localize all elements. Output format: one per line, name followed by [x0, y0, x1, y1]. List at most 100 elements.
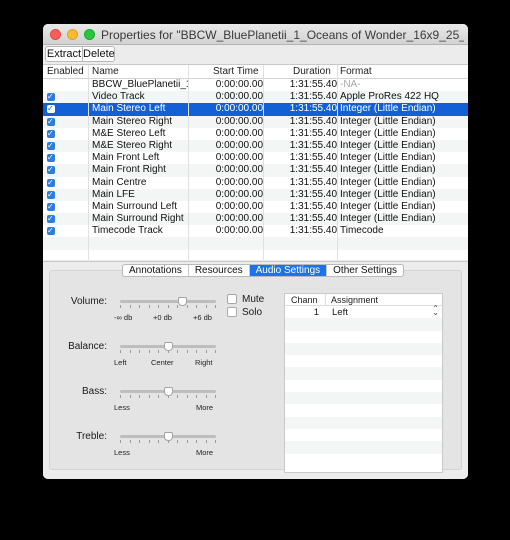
- channel-row: [285, 441, 442, 454]
- table-row[interactable]: Main LFE 0:00:00.00 1:31:55.40Integer (Lit…: [43, 188, 468, 201]
- table-row[interactable]: Main Front Right 0:00:00.00 1:31:55.40Inte…: [43, 164, 468, 177]
- enabled-checkbox[interactable]: [47, 164, 55, 176]
- slider-tick: [129, 440, 131, 443]
- duration-cell: 1:31:55.40: [289, 176, 337, 188]
- track-name-cell: M&E Stereo Left: [92, 127, 166, 139]
- column-divider: [88, 65, 89, 260]
- slider-tick: [148, 305, 150, 308]
- slider-tick: [139, 305, 140, 308]
- slider-tick: [158, 440, 159, 443]
- header-duration[interactable]: Duration: [293, 66, 331, 77]
- enabled-checkbox[interactable]: [47, 177, 55, 189]
- format-cell: Integer (Little Endian): [340, 188, 436, 200]
- mute-label[interactable]: Mute: [242, 294, 264, 305]
- track-name-cell: Video Track: [92, 91, 145, 103]
- table-row[interactable]: Main Centre 0:00:00.00 1:31:55.40Integer (…: [43, 177, 468, 189]
- channel-assignment-popup[interactable]: Left: [332, 307, 348, 318]
- slider-tick: [196, 350, 197, 353]
- mute-checkbox[interactable]: [227, 294, 237, 304]
- tab-resources[interactable]: Resources: [189, 265, 250, 276]
- duration-cell: 1:31:55.40: [289, 115, 337, 127]
- table-row[interactable]: Main Stereo Left 0:00:00.00 1:31:55.40Inte…: [43, 103, 468, 116]
- bass-slider[interactable]: [120, 387, 216, 401]
- header-start-time[interactable]: Start Time: [213, 66, 259, 77]
- enabled-checkbox[interactable]: [47, 140, 55, 152]
- delete-button[interactable]: Delete: [82, 46, 115, 62]
- minimize-window-button[interactable]: [67, 29, 78, 40]
- audio-settings-panel: Volume: -∞ db +0 db +6 db Balance: Left …: [49, 270, 462, 473]
- duration-cell: 1:31:55.40: [289, 127, 337, 139]
- volume-min-label: -∞ db: [114, 313, 133, 322]
- table-row[interactable]: Main Surround Right 0:00:00.00 1:31:55.40I…: [43, 213, 468, 226]
- channel-row: [285, 429, 442, 441]
- header-name[interactable]: Name: [92, 66, 119, 77]
- slider-tick: [158, 350, 159, 353]
- slider-tick: [177, 395, 178, 398]
- slider-tick: [205, 395, 207, 398]
- slider-knob[interactable]: [163, 342, 173, 352]
- enabled-checkbox[interactable]: [47, 201, 55, 213]
- table-row[interactable]: BBCW_BluePlanetii_1_... 0:00:00.00 1:31:55…: [43, 79, 468, 91]
- solo-label[interactable]: Solo: [242, 307, 262, 318]
- enabled-checkbox[interactable]: [47, 116, 55, 128]
- duration-cell: 1:31:55.40: [289, 91, 337, 103]
- tab-annotations[interactable]: Annotations: [123, 265, 189, 276]
- enabled-checkbox[interactable]: [47, 103, 55, 115]
- extract-button[interactable]: Extract: [45, 46, 83, 62]
- slider-knob[interactable]: [177, 297, 187, 307]
- slider-knob[interactable]: [163, 432, 173, 442]
- treble-label: Treble:: [76, 431, 107, 442]
- table-row[interactable]: M&E Stereo Left 0:00:00.00 1:31:55.40Integ…: [43, 128, 468, 140]
- properties-window: Properties for "BBCW_BluePlanetii_1_Ocea…: [43, 24, 468, 479]
- slider-ticks: [120, 305, 216, 308]
- format-cell: Integer (Little Endian): [340, 200, 436, 212]
- start-time-cell: 0:00:00.00: [215, 200, 263, 212]
- tracks-table: Enabled Name Start Time Duration Format …: [43, 64, 468, 260]
- tab-other-settings[interactable]: Other Settings: [327, 265, 403, 276]
- table-row[interactable]: M&E Stereo Right 0:00:00.00 1:31:55.40Inte…: [43, 139, 468, 153]
- duration-cell: 1:31:55.40: [289, 164, 337, 176]
- slider-knob[interactable]: [163, 387, 173, 397]
- volume-slider[interactable]: [120, 297, 216, 311]
- slider-tick: [158, 305, 159, 308]
- column-divider: [263, 65, 264, 260]
- enabled-checkbox[interactable]: [47, 128, 55, 140]
- slider-knob-shape: [163, 387, 173, 396]
- channel-table-body: 1 Left ⌃ ⌄: [285, 305, 442, 466]
- slider-tick: [139, 350, 140, 353]
- tab-audio-settings[interactable]: Audio Settings: [249, 265, 328, 276]
- enabled-checkbox[interactable]: [47, 91, 55, 103]
- zoom-window-button[interactable]: [84, 29, 95, 40]
- enabled-checkbox[interactable]: [47, 225, 55, 237]
- slider-tick: [205, 440, 207, 443]
- header-enabled[interactable]: Enabled: [47, 66, 84, 77]
- channel-row[interactable]: 1 Left ⌃ ⌄: [285, 305, 442, 319]
- table-row[interactable]: Timecode Track 0:00:00.00 1:31:55.40Timeco…: [43, 225, 468, 237]
- format-cell: Integer (Little Endian): [340, 152, 436, 164]
- channel-row: [285, 404, 442, 416]
- channel-table-header: Chann Assignment: [285, 294, 442, 306]
- table-row[interactable]: Main Surround Left 0:00:00.00 1:31:55.40In…: [43, 201, 468, 213]
- header-format[interactable]: Format: [340, 66, 372, 77]
- track-name-cell: Main Stereo Left: [92, 103, 166, 115]
- volume-label: Volume:: [70, 296, 107, 307]
- table-row: [43, 237, 468, 250]
- balance-slider[interactable]: [120, 342, 216, 356]
- treble-slider[interactable]: [120, 432, 216, 446]
- slider-tick: [205, 305, 207, 308]
- table-row[interactable]: Video Track 0:00:00.00 1:31:55.40Apple Pro…: [43, 91, 468, 104]
- table-row[interactable]: Main Stereo Right 0:00:00.00 1:31:55.40Int…: [43, 115, 468, 128]
- volume-max-label: +6 db: [193, 313, 212, 322]
- enabled-checkbox[interactable]: [47, 152, 55, 164]
- start-time-cell: 0:00:00.00: [215, 79, 263, 90]
- table-row[interactable]: Main Front Left 0:00:00.00 1:31:55.40Integ…: [43, 152, 468, 164]
- balance-min-label: Left: [114, 358, 127, 367]
- enabled-checkbox[interactable]: [47, 213, 55, 225]
- title-bar[interactable]: Properties for "BBCW_BluePlanetii_1_Ocea…: [43, 24, 468, 45]
- solo-checkbox[interactable]: [227, 307, 237, 317]
- popup-arrows-icon[interactable]: ⌄: [432, 309, 439, 317]
- channel-assignment-table: Chann Assignment 1 Left ⌃ ⌄: [284, 293, 443, 473]
- close-window-button[interactable]: [50, 29, 61, 40]
- enabled-checkbox[interactable]: [47, 189, 55, 201]
- format-cell: Apple ProRes 422 HQ: [340, 91, 439, 103]
